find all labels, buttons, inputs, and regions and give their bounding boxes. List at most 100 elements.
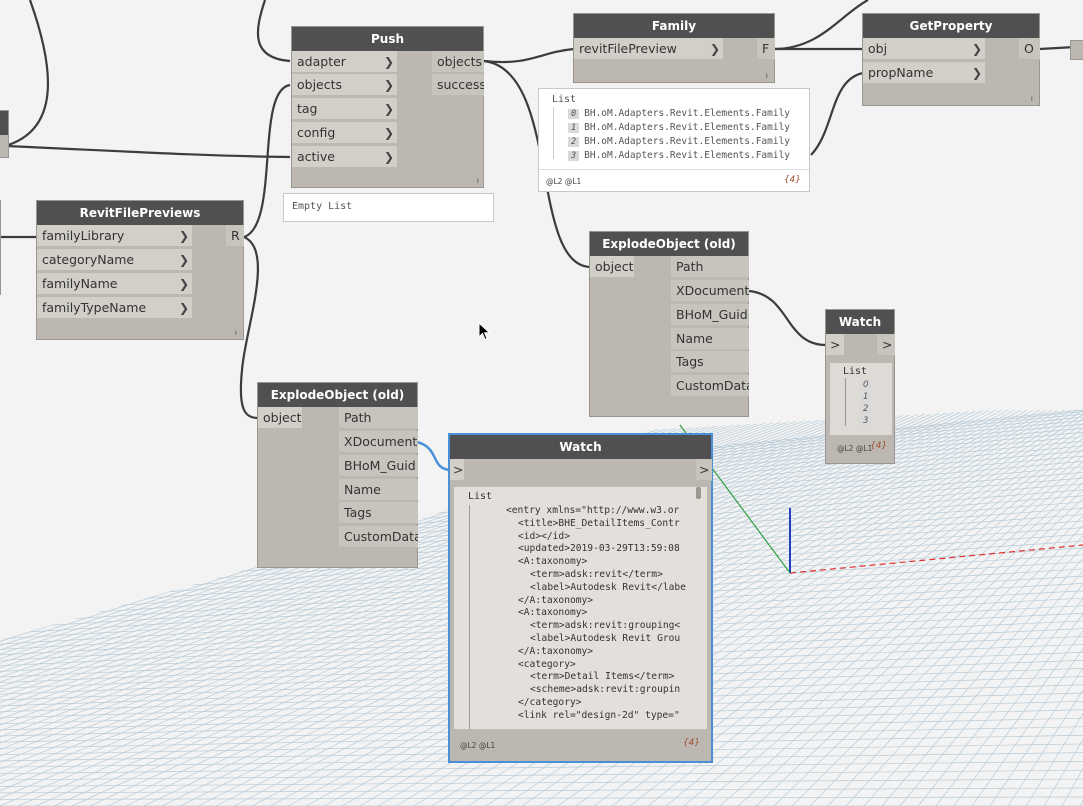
input-port-object[interactable]: object	[258, 407, 302, 429]
node-watch-small[interactable]: Watch > > List 0 1 2 3 @L2 @L1 {4}	[825, 309, 895, 464]
output-port-customdata[interactable]: CustomData	[339, 526, 418, 548]
xml-line: <label>Autodesk Revit</labe	[530, 581, 686, 593]
output-port-r[interactable]: R	[226, 225, 244, 247]
xml-line: <label>Autodesk Revit Grou	[530, 633, 681, 644]
input-port-active[interactable]: active ❯	[292, 146, 397, 168]
output-port-xdocument[interactable]: XDocument	[339, 431, 418, 453]
xml-line: <term>Detail Items</term>	[530, 671, 675, 683]
push-preview-bubble: Empty List	[283, 193, 494, 222]
scrollbar-thumb[interactable]	[696, 487, 701, 499]
chevron-right-icon: ❯	[178, 253, 189, 267]
input-port-watch[interactable]: >	[826, 334, 844, 356]
output-port-path[interactable]: Path	[339, 407, 418, 429]
watch-content-area[interactable]: List <entry xmlns="http://www.w3.or <titl…	[454, 487, 707, 729]
chevron-right-icon: ❯	[178, 277, 189, 291]
node-explodeobject-top[interactable]: ExplodeObject (old) object Path XDocumen…	[589, 231, 749, 417]
lacing-indicator: ı	[476, 176, 479, 185]
family-preview-bubble: List 0 BH.oM.Adapters.Revit.Elements.Fami…	[538, 88, 810, 192]
lacing-indicator: ı	[234, 328, 237, 337]
input-port-config[interactable]: config ❯	[292, 122, 397, 144]
input-port-object[interactable]: object	[590, 256, 634, 278]
input-port-watch[interactable]: >	[450, 459, 464, 481]
node-offscreen-right[interactable]	[1070, 40, 1083, 60]
node-title[interactable]: ExplodeObject (old)	[258, 383, 417, 407]
xml-line: <updated>2019-03-29T13:59:08	[518, 543, 680, 555]
wire	[748, 289, 827, 347]
list-item: 3 BH.oM.Adapters.Revit.Elements.Family	[568, 150, 790, 161]
xml-line: <title>BHE_DetailItems_Contr	[518, 517, 680, 529]
output-port-success[interactable]: success	[432, 74, 484, 96]
node-explodeobject-bottom[interactable]: ExplodeObject (old) object Path XDocumen…	[257, 382, 418, 568]
lacing-indicator: ı	[765, 71, 768, 80]
list-item: 2	[860, 404, 872, 414]
input-port-adapter[interactable]: adapter ❯	[292, 51, 397, 73]
list-count: {4}	[870, 441, 888, 451]
input-port-revitfilepreview[interactable]: revitFilePreview ❯	[574, 38, 723, 60]
node-revitfilepreviews[interactable]: RevitFilePreviews familyLibrary ❯ categor…	[36, 200, 244, 340]
input-port-familytypename[interactable]: familyTypeName ❯	[37, 297, 192, 319]
watch-list-area: List 0 1 2 3	[830, 363, 892, 435]
output-port-path[interactable]: Path	[671, 256, 749, 278]
chevron-right-icon: ❯	[178, 301, 189, 315]
xml-line: </A:taxonomy>	[518, 594, 594, 606]
list-item: 3	[860, 416, 872, 426]
input-port-categoryname[interactable]: categoryName ❯	[37, 249, 192, 271]
node-title[interactable]: Family	[574, 14, 774, 38]
node-offscreen-left-2[interactable]	[0, 200, 1, 295]
output-port-bhom-guid[interactable]: BHoM_Guid	[671, 304, 749, 326]
divider	[539, 169, 809, 170]
xml-line: <term>adsk:revit</term>	[530, 569, 663, 580]
output-port-watch[interactable]: >	[877, 334, 895, 356]
wire-highlighted	[416, 440, 451, 472]
node-watch-large[interactable]: Watch > > List <entry xmlns="http://www.…	[448, 433, 713, 763]
output-port-tags[interactable]: Tags	[671, 351, 749, 373]
input-port-obj[interactable]: obj ❯	[863, 38, 985, 60]
output-port-o[interactable]: O	[1019, 38, 1040, 60]
input-port-familylibrary[interactable]: familyLibrary ❯	[37, 225, 192, 247]
list-levels: @L2 @L1	[460, 741, 496, 750]
node-title[interactable]: Watch	[826, 310, 894, 334]
wire	[256, 0, 291, 63]
node-offscreen-left[interactable]	[0, 110, 9, 158]
output-port-bhom-guid[interactable]: BHoM_Guid	[339, 455, 418, 477]
output-port-objects[interactable]: objects	[432, 51, 484, 73]
chevron-right-icon: ❯	[383, 150, 394, 164]
node-family[interactable]: Family revitFilePreview ❯ F ı	[573, 13, 775, 83]
xml-line: <category>	[518, 658, 576, 670]
output-port-name[interactable]: Name	[671, 328, 749, 350]
wire	[4, 144, 291, 159]
node-getproperty[interactable]: GetProperty obj ❯ propName ❯ O ı	[862, 13, 1040, 106]
xml-line: <entry xmlns="http://www.w3.or	[506, 505, 680, 516]
xml-line: <A:taxonomy>	[518, 607, 588, 619]
list-levels: @L2 @L1	[837, 444, 873, 453]
list-item: 0	[860, 380, 872, 390]
graph-canvas[interactable]: Push adapter ❯ objects ❯ tag ❯ config ❯ acti…	[0, 0, 1083, 806]
list-levels: @L2 @L1	[546, 177, 582, 186]
input-port-tag[interactable]: tag ❯	[292, 98, 397, 120]
list-item: 1	[860, 392, 872, 402]
chevron-right-icon: ❯	[383, 102, 394, 116]
node-title[interactable]: GetProperty	[863, 14, 1039, 38]
output-port-name[interactable]: Name	[339, 479, 418, 501]
output-port-customdata[interactable]: CustomData	[671, 375, 749, 397]
node-title[interactable]: ExplodeObject (old)	[590, 232, 748, 256]
output-port-f[interactable]: F	[757, 38, 775, 60]
wire	[483, 47, 575, 64]
output-port-tags[interactable]: Tags	[339, 502, 418, 524]
node-title[interactable]: Watch	[450, 435, 711, 459]
chevron-right-icon: ❯	[709, 42, 720, 56]
node-title[interactable]: RevitFilePreviews	[37, 201, 243, 225]
input-port-propname[interactable]: propName ❯	[863, 62, 985, 84]
wire	[773, 0, 869, 51]
chevron-right-icon: ❯	[383, 78, 394, 92]
mouse-cursor-icon	[478, 322, 491, 341]
output-port-xdocument[interactable]: XDocument	[671, 280, 749, 302]
list-item: 2 BH.oM.Adapters.Revit.Elements.Family	[568, 136, 790, 147]
input-port-familyname[interactable]: familyName ❯	[37, 273, 192, 295]
node-push[interactable]: Push adapter ❯ objects ❯ tag ❯ config ❯ acti…	[291, 26, 484, 188]
xml-line: <term>adsk:revit:grouping<	[530, 620, 681, 632]
chevron-right-icon: ❯	[178, 229, 189, 243]
output-port-watch[interactable]: >	[696, 459, 712, 481]
input-port-objects[interactable]: objects ❯	[292, 74, 397, 96]
node-title[interactable]: Push	[292, 27, 483, 51]
